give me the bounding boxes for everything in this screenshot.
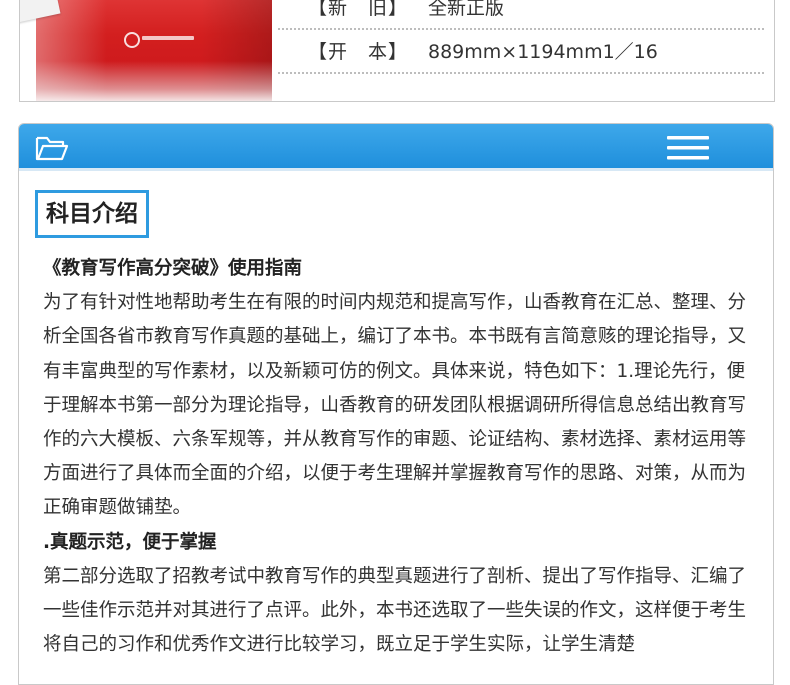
publisher-logo-icon: [124, 32, 140, 48]
section-title: 科目介绍: [35, 190, 149, 238]
book-cover-image[interactable]: [36, 0, 272, 101]
menu-icon[interactable]: [667, 136, 709, 160]
guide-title: 《教育写作高分突破》使用指南: [43, 258, 303, 279]
book-page-edge: [36, 61, 272, 101]
intro-paragraph: 为了有针对性地帮助考生在有限的时间内规范和提高写作，山香教育在汇总、整理、分析全…: [43, 292, 747, 519]
feature-heading: .真题示范，便于掌握: [43, 531, 217, 553]
spec-row-format: 【开 本】 889mm×1194mm1／16: [278, 32, 764, 74]
subject-intro-section: 科目介绍 《教育写作高分突破》使用指南 为了有针对性地帮助考生在有限的时间内规范…: [18, 123, 774, 685]
spec-value: 889mm×1194mm1／16: [428, 41, 658, 63]
folder-icon: [35, 136, 69, 161]
spec-label: 【开 本】: [308, 41, 409, 63]
section-content: 《教育写作高分突破》使用指南 为了有针对性地帮助考生在有限的时间内规范和提高写作…: [43, 252, 749, 662]
spec-value: 全新正版: [428, 0, 505, 19]
product-info-card: 【新 旧】 全新正版 【开 本】 889mm×1194mm1／16: [19, 0, 775, 102]
section-header-bar: [19, 124, 773, 171]
spec-row-condition: 【新 旧】 全新正版: [278, 0, 764, 30]
feature-paragraph: 第二部分选取了招教考试中教育写作的典型真题进行了剖析、提出了写作指导、汇编了一些…: [43, 565, 747, 656]
spec-label: 【新 旧】: [308, 0, 409, 19]
publisher-name-graphic: [142, 36, 194, 40]
